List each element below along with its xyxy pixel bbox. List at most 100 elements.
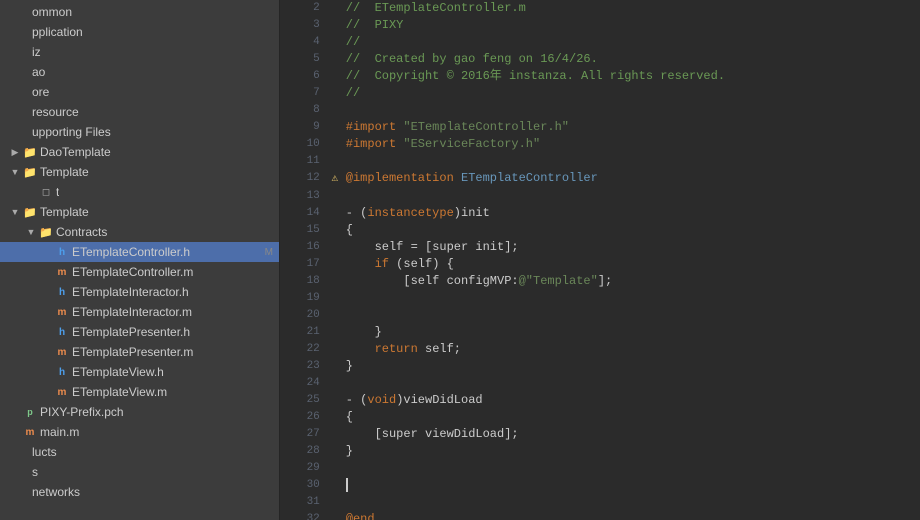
line-number: 10 [280,136,328,153]
code-content[interactable] [342,102,920,119]
m-icon: m [22,427,38,438]
code-content[interactable]: - (void)viewDidLoad [342,392,920,409]
code-content[interactable]: } [342,443,920,460]
code-content[interactable]: // Created by gao feng on 16/4/26. [342,51,920,68]
warning-cell [328,324,342,341]
code-content[interactable] [342,477,920,494]
sidebar-item-pixyprefixpch[interactable]: pPIXY-Prefix.pch [0,402,279,422]
warning-cell [328,426,342,443]
code-content[interactable]: { [342,409,920,426]
line-number: 32 [280,511,328,520]
code-content[interactable]: } [342,358,920,375]
code-content[interactable] [342,188,920,205]
code-content[interactable]: return self; [342,341,920,358]
sidebar-item-etemplateviewm[interactable]: mETemplateView.m [0,382,279,402]
folder-icon: 📁 [22,146,38,159]
sidebar-item-mainm[interactable]: mmain.m [0,422,279,442]
warning-cell [328,460,342,477]
sidebar-item-label: ommon [32,5,72,19]
sidebar-item-ao[interactable]: ao [0,62,279,82]
sidebar-item-t[interactable]: ◻t [0,182,279,202]
sidebar-item-label: iz [32,45,41,59]
line-number: 25 [280,392,328,409]
sidebar-item-networks[interactable]: networks [0,482,279,502]
code-content[interactable]: // PIXY [342,17,920,34]
line-number: 8 [280,102,328,119]
code-content[interactable]: { [342,222,920,239]
warning-cell [328,68,342,85]
code-line: 30 [280,477,920,494]
code-line: 3 // PIXY [280,17,920,34]
sidebar-item-iz[interactable]: iz [0,42,279,62]
line-number: 21 [280,324,328,341]
line-number: 22 [280,341,328,358]
warning-cell [328,290,342,307]
code-content[interactable]: // Copyright © 2016年 instanza. All right… [342,68,920,85]
code-content[interactable] [342,494,920,511]
code-content[interactable]: [self configMVP:@"Template"]; [342,273,920,290]
code-content[interactable]: // [342,85,920,102]
code-content[interactable]: #import "EServiceFactory.h" [342,136,920,153]
m-icon: m [54,347,70,358]
warning-cell [328,188,342,205]
sidebar-item-label: ao [32,65,45,79]
code-content[interactable]: // [342,34,920,51]
sidebar-item-lucts[interactable]: lucts [0,442,279,462]
sidebar-item-label: Template [40,205,89,219]
code-line: 7// [280,85,920,102]
code-content[interactable] [342,460,920,477]
sidebar-item-application[interactable]: pplication [0,22,279,42]
code-line: 10 #import "EServiceFactory.h" [280,136,920,153]
warning-cell [328,51,342,68]
line-number: 15 [280,222,328,239]
arrow-icon: ▼ [8,207,22,217]
code-content[interactable]: // ETemplateController.m [342,0,920,17]
sidebar-item-etemplatepresenterh[interactable]: hETemplatePresenter.h [0,322,279,342]
sidebar-item-etemplateinteractorh[interactable]: hETemplateInteractor.h [0,282,279,302]
code-content[interactable]: @implementation ETemplateController [342,170,920,188]
sidebar-item-s[interactable]: s [0,462,279,482]
code-content[interactable]: [super viewDidLoad]; [342,426,920,443]
sidebar-item-etemplateviewh[interactable]: hETemplateView.h [0,362,279,382]
sidebar-item-label: t [56,185,59,199]
line-number: 16 [280,239,328,256]
sidebar-item-etemplatectrlm[interactable]: mETemplateController.m [0,262,279,282]
code-editor[interactable]: 2// ETemplateController.m3// PIXY4//5// … [280,0,920,520]
sidebar-item-contracts[interactable]: ▼📁Contracts [0,222,279,242]
sidebar-item-resource[interactable]: resource [0,102,279,122]
line-number: 20 [280,307,328,324]
sidebar-item-label: upporting Files [32,125,111,139]
sidebar-item-template1[interactable]: ▼📁Template [0,162,279,182]
sidebar-item-etemplatectrlh[interactable]: hETemplateController.hM [0,242,279,262]
code-content[interactable]: } [342,324,920,341]
code-content[interactable] [342,290,920,307]
sidebar-item-template2[interactable]: ▼📁Template [0,202,279,222]
code-content[interactable] [342,153,920,170]
arrow-icon: ▶ [8,147,22,158]
warning-cell [328,443,342,460]
sidebar-item-ore[interactable]: ore [0,82,279,102]
sidebar-item-etemplatepresenterm[interactable]: mETemplatePresenter.m [0,342,279,362]
code-content[interactable]: @end [342,511,920,520]
sidebar-item-common[interactable]: ommon [0,2,279,22]
code-content[interactable]: #import "ETemplateController.h" [342,119,920,136]
sidebar-item-label: ore [32,85,49,99]
code-content[interactable]: self = [super init]; [342,239,920,256]
h-icon: h [54,247,70,258]
line-number: 28 [280,443,328,460]
warning-cell [328,307,342,324]
code-content[interactable]: if (self) { [342,256,920,273]
code-content[interactable] [342,307,920,324]
line-number: 29 [280,460,328,477]
sidebar-item-daotemplate[interactable]: ▶📁DaoTemplate [0,142,279,162]
code-content[interactable] [342,375,920,392]
sidebar-item-supporting[interactable]: upporting Files [0,122,279,142]
sidebar-item-label: s [32,465,38,479]
warning-cell [328,85,342,102]
folder-open-icon: 📁 [22,206,38,219]
sidebar-item-etemplateinteractorm[interactable]: mETemplateInteractor.m [0,302,279,322]
code-content[interactable]: - (instancetype)init [342,205,920,222]
warning-cell [328,34,342,51]
line-number: 3 [280,17,328,34]
warning-cell [328,119,342,136]
